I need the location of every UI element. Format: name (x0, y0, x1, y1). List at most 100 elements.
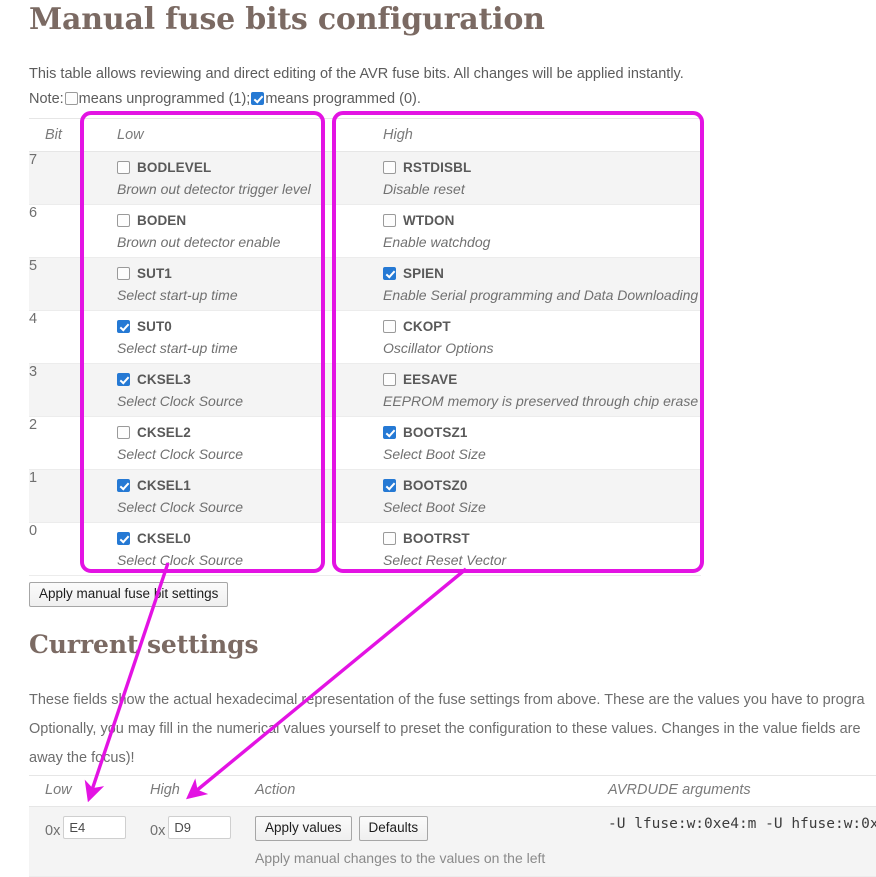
fuse-low-bit-description: Select Clock Source (117, 499, 244, 515)
fuse-low-bit-description: Select Clock Source (117, 552, 244, 568)
apply-manual-fuse-bit-settings-button[interactable]: Apply manual fuse bit settings (29, 582, 229, 607)
fuse-low-cell-inner: SUT1 Select start-up time (104, 258, 370, 310)
fuse-high-bit-label[interactable]: SPIEN (403, 266, 444, 281)
fuse-high-bit-description: Select Boot Size (383, 499, 486, 515)
fuse-bit-number: 0 (29, 522, 104, 576)
fuse-low-cell: SUT0 Select start-up time (104, 310, 370, 364)
fuse-table-row: 3 CKSEL3 Select Clock Source EESAVE EEPROM m… (29, 363, 701, 417)
fuse-low-cell: CKSEL0 Select Clock Source (104, 522, 370, 576)
settings-header-low: Low (29, 775, 134, 807)
checkbox-boden[interactable] (117, 214, 130, 227)
settings-header-row: Low High Action AVRDUDE arguments (29, 775, 876, 807)
fuse-high-cell-inner: BOOTRST Select Reset Vector (370, 523, 701, 575)
checkbox-cksel2[interactable] (117, 426, 130, 439)
fuse-low-bit-label[interactable]: CKSEL1 (137, 478, 191, 493)
fuse-low-bit-label[interactable]: CKSEL2 (137, 425, 191, 440)
fuse-low-bit-label[interactable]: SUT1 (137, 266, 172, 281)
checkbox-bootsz0[interactable] (383, 479, 396, 492)
current-settings-desc-line-2: Optionally, you may fill in the numerica… (29, 721, 861, 737)
intro-note-line: Note: means unprogrammed (1); means progra… (29, 87, 849, 112)
fuse-low-cell-inner: CKSEL2 Select Clock Source (104, 417, 370, 469)
settings-header-avrdude: AVRDUDE arguments (592, 775, 876, 807)
page-title: Manual fuse bits configuration (29, 2, 545, 37)
fuse-high-cell: RSTDISBL Disable reset (370, 151, 701, 205)
checkbox-sut1[interactable] (117, 267, 130, 280)
fuse-header-bit: Bit (29, 118, 104, 152)
settings-header-high: High (134, 775, 239, 807)
fuse-low-bit-description: Select start-up time (117, 287, 238, 303)
checkbox-rstdisbl[interactable] (383, 161, 396, 174)
fuse-high-cell: EESAVE EEPROM memory is preserved through… (370, 363, 701, 417)
intro-text: This table allows reviewing and direct e… (29, 62, 849, 112)
fuse-high-cell-inner: BOOTSZ1 Select Boot Size (370, 417, 701, 469)
fuse-high-bit-row: BOOTRST (383, 531, 691, 546)
fuse-low-bit-label[interactable]: CKSEL3 (137, 372, 191, 387)
fuse-high-bit-description: Enable Serial programming and Data Downl… (383, 287, 699, 303)
fuse-low-cell: BODEN Brown out detector enable (104, 204, 370, 258)
fuse-low-bit-label[interactable]: BODEN (137, 213, 186, 228)
fuse-table-row: 5 SUT1 Select start-up time SPIEN Enable Ser… (29, 257, 701, 311)
checkbox-wtdon[interactable] (383, 214, 396, 227)
fuse-high-bit-label[interactable]: CKOPT (403, 319, 451, 334)
fuse-high-cell-inner: BOOTSZ0 Select Boot Size (370, 470, 701, 522)
high-fuse-input[interactable]: D9 (168, 816, 232, 839)
fuse-low-bit-label[interactable]: BODLEVEL (137, 160, 211, 175)
low-fuse-input[interactable]: E4 (63, 816, 127, 839)
fuse-table-row: 4 SUT0 Select start-up time CKOPT Oscillator… (29, 310, 701, 364)
low-hex-prefix: 0x (45, 823, 61, 839)
apply-values-button[interactable]: Apply values (255, 816, 352, 841)
fuse-high-cell-inner: WTDON Enable watchdog (370, 205, 701, 257)
checkbox-sut0[interactable] (117, 320, 130, 333)
checkbox-bodlevel[interactable] (117, 161, 130, 174)
fuse-low-cell-inner: CKSEL1 Select Clock Source (104, 470, 370, 522)
checkbox-eesave[interactable] (383, 373, 396, 386)
high-hex-prefix: 0x (150, 823, 166, 839)
settings-row: 0x E4 0x D9 Apply values Defaults Apply man… (29, 806, 876, 877)
current-settings-title: Current settings (29, 630, 259, 659)
fuse-high-bit-label[interactable]: WTDON (403, 213, 455, 228)
checkbox-bootrst[interactable] (383, 532, 396, 545)
fuse-high-cell-inner: SPIEN Enable Serial programming and Data … (370, 258, 701, 310)
fuse-high-cell: SPIEN Enable Serial programming and Data … (370, 257, 701, 311)
fuse-high-bit-label[interactable]: BOOTRST (403, 531, 470, 546)
fuse-low-cell-inner: SUT0 Select start-up time (104, 311, 370, 363)
fuse-low-bit-label[interactable]: SUT0 (137, 319, 172, 334)
action-hint-text: Apply manual changes to the values on th… (255, 850, 546, 866)
fuse-low-cell-inner: BODEN Brown out detector enable (104, 205, 370, 257)
fuse-bit-number: 5 (29, 257, 104, 311)
action-cell: Apply values Defaults Apply manual change… (239, 806, 592, 877)
fuse-high-bit-label[interactable]: RSTDISBL (403, 160, 471, 175)
low-fuse-cell: 0x E4 (29, 806, 134, 877)
checkbox-cksel3[interactable] (117, 373, 130, 386)
fuse-high-bit-label[interactable]: BOOTSZ0 (403, 478, 467, 493)
fuse-table-row: 7 BODLEVEL Brown out detector trigger leve… (29, 151, 701, 205)
fuse-high-bit-row: EESAVE (383, 372, 691, 387)
unprogrammed-checkbox-icon (64, 92, 78, 105)
fuse-high-bit-row: BOOTSZ0 (383, 478, 691, 493)
fuse-table-row: 2 CKSEL2 Select Clock Source BOOTSZ1 Select … (29, 416, 701, 470)
checkbox-spien[interactable] (383, 267, 396, 280)
checkbox-cksel1[interactable] (117, 479, 130, 492)
current-settings-desc-line-1: These fields show the actual hexadecimal… (29, 692, 865, 708)
fuse-high-bit-label[interactable]: BOOTSZ1 (403, 425, 467, 440)
fuse-bit-number: 6 (29, 204, 104, 258)
fuse-low-bit-row: CKSEL2 (117, 425, 360, 440)
fuse-low-cell: BODLEVEL Brown out detector trigger level (104, 151, 370, 205)
fuse-low-bit-row: BODLEVEL (117, 160, 360, 175)
fuse-high-cell: BOOTSZ0 Select Boot Size (370, 469, 701, 523)
fuse-high-cell: BOOTRST Select Reset Vector (370, 522, 701, 576)
fuse-high-cell-inner: CKOPT Oscillator Options (370, 311, 701, 363)
checkbox-ckopt[interactable] (383, 320, 396, 333)
checkbox-cksel0[interactable] (117, 532, 130, 545)
fuse-bit-number: 3 (29, 363, 104, 417)
checkbox-bootsz1[interactable] (383, 426, 396, 439)
fuse-high-bit-row: WTDON (383, 213, 691, 228)
fuse-high-bit-label[interactable]: EESAVE (403, 372, 457, 387)
fuse-low-bit-label[interactable]: CKSEL0 (137, 531, 191, 546)
note-programmed-label: means programmed (0). (265, 91, 421, 107)
defaults-button[interactable]: Defaults (358, 816, 429, 841)
fuse-low-bit-row: BODEN (117, 213, 360, 228)
fuse-table-row: 0 CKSEL0 Select Clock Source BOOTRST Select … (29, 522, 701, 576)
high-fuse-cell: 0x D9 (134, 806, 239, 877)
fuse-low-bit-row: CKSEL3 (117, 372, 360, 387)
